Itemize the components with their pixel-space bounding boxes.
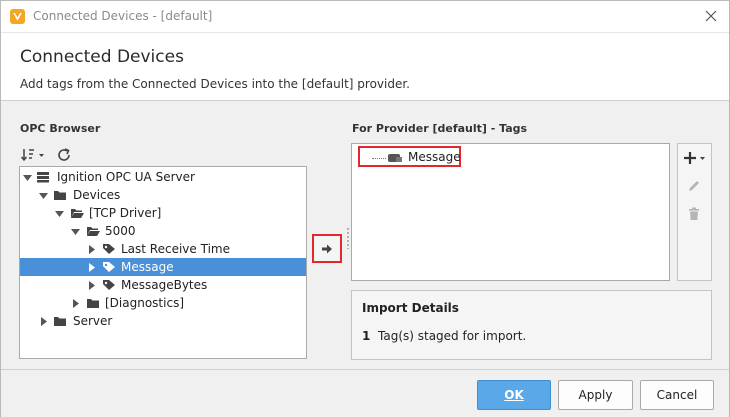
window-title: Connected Devices - [default]: [33, 9, 213, 23]
folder-open-icon: [87, 227, 100, 236]
tree-item[interactable]: MessageBytes: [20, 276, 306, 294]
opc-browser-label: OPC Browser: [20, 122, 101, 135]
tree-item-label: Last Receive Time: [121, 242, 230, 256]
import-details-panel: Import Details 1 Tag(s) staged for impor…: [351, 290, 712, 360]
apply-button[interactable]: Apply: [558, 380, 633, 410]
dialog-footer: OK Apply Cancel: [1, 369, 729, 417]
tree-item-label: 5000: [105, 224, 136, 238]
tree-item-selected[interactable]: Message: [20, 258, 306, 276]
staged-status-text: Tag(s) staged for import.: [378, 329, 527, 343]
tag-icon: [103, 280, 115, 290]
close-icon[interactable]: [701, 7, 721, 27]
tree-item[interactable]: [TCP Driver]: [20, 204, 306, 222]
tag-item-highlight[interactable]: Message: [358, 146, 461, 167]
tree-item-label: [Diagnostics]: [105, 296, 184, 310]
tree-item-label: [TCP Driver]: [89, 206, 162, 220]
tag-icon: [103, 244, 115, 254]
folder-icon: [87, 299, 99, 308]
folder-icon: [54, 317, 66, 326]
title-bar: Connected Devices - [default]: [1, 1, 729, 33]
tree-item-label: Server: [73, 314, 113, 328]
tree-item[interactable]: Devices: [20, 186, 306, 204]
dialog-header: Connected Devices Add tags from the Conn…: [1, 33, 729, 101]
import-details-title: Import Details: [362, 301, 459, 315]
collapse-triangle-icon[interactable]: [39, 191, 48, 200]
tag-icon: [103, 262, 115, 272]
expand-triangle-icon[interactable]: [71, 299, 80, 308]
delete-tag-icon[interactable]: [687, 207, 705, 225]
staged-count: 1: [362, 329, 371, 343]
dialog-window: Connected Devices - [default] Connected …: [0, 0, 730, 417]
arrow-right-icon: [322, 244, 332, 254]
collapse-triangle-icon[interactable]: [23, 173, 32, 182]
expand-triangle-icon[interactable]: [87, 281, 96, 290]
tree-item-label: Devices: [73, 188, 121, 202]
tree-item-label: MessageBytes: [121, 278, 208, 292]
splitter-handle[interactable]: [346, 227, 350, 249]
page-title: Connected Devices: [20, 47, 184, 67]
expand-triangle-icon[interactable]: [39, 317, 48, 326]
server-icon: [37, 172, 49, 183]
sort-icon[interactable]: [20, 147, 44, 165]
add-to-provider-button[interactable]: [312, 234, 342, 263]
add-tag-icon[interactable]: [683, 150, 709, 168]
collapse-triangle-icon[interactable]: [71, 227, 80, 236]
provider-tags-tree[interactable]: Message: [351, 143, 670, 281]
refresh-icon[interactable]: [56, 147, 74, 165]
ok-button[interactable]: OK: [477, 380, 551, 410]
expand-triangle-icon[interactable]: [87, 245, 96, 254]
tree-item[interactable]: 5000: [20, 222, 306, 240]
tag-item-label: Message: [408, 150, 461, 164]
tree-connector-line: [372, 158, 386, 159]
tree-item-label: Ignition OPC UA Server: [57, 170, 195, 184]
tree-item[interactable]: Last Receive Time: [20, 240, 306, 258]
tree-item[interactable]: Server: [20, 312, 306, 330]
page-description: Add tags from the Connected Devices into…: [20, 77, 410, 91]
tree-item-label: Message: [121, 260, 174, 274]
provider-tags-label: For Provider [default] - Tags: [352, 122, 528, 135]
opc-browser-tree[interactable]: Ignition OPC UA Server Devices [TCP Driv…: [19, 166, 307, 359]
collapse-triangle-icon[interactable]: [55, 209, 64, 218]
tag-tools-panel: [677, 143, 712, 281]
app-logo-icon: [10, 9, 25, 24]
tag-device-icon: [388, 154, 402, 162]
tree-item[interactable]: [Diagnostics]: [20, 294, 306, 312]
cancel-button[interactable]: Cancel: [640, 380, 714, 410]
edit-tag-icon[interactable]: [687, 179, 705, 197]
folder-open-icon: [71, 209, 84, 218]
folder-icon: [54, 191, 66, 200]
expand-triangle-icon[interactable]: [87, 263, 96, 272]
tree-item[interactable]: Ignition OPC UA Server: [20, 168, 306, 186]
